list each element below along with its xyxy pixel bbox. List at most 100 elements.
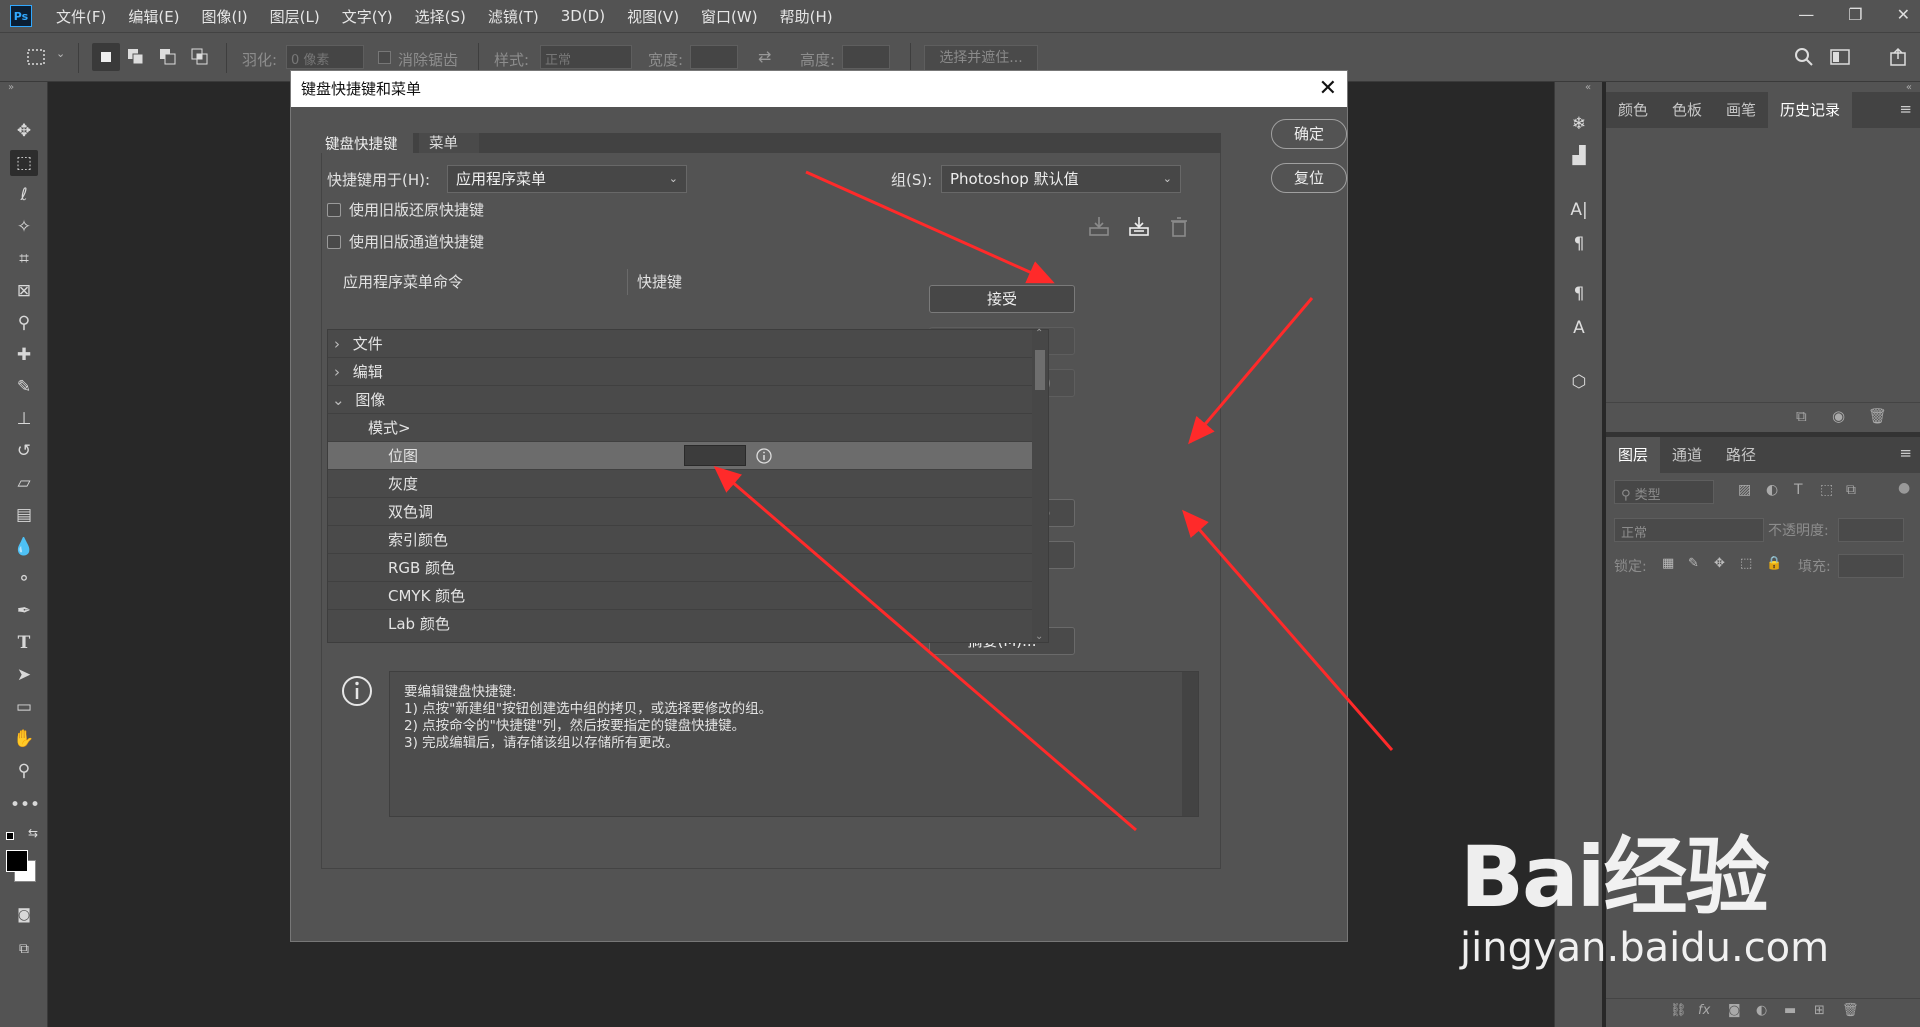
swap-colors-icon[interactable]: ⇆: [28, 826, 38, 840]
3d-panel-icon[interactable]: ⬡: [1565, 368, 1593, 396]
scroll-up-icon[interactable]: ⌃: [1035, 328, 1043, 339]
fx-icon[interactable]: fx: [1698, 1003, 1710, 1018]
close-icon[interactable]: ✕: [1319, 71, 1337, 107]
lock-transparent-icon[interactable]: ▦: [1662, 556, 1674, 571]
tab-paths[interactable]: 路径: [1714, 437, 1768, 473]
add-selection-icon[interactable]: [126, 47, 146, 67]
list-item[interactable]: 模式>: [328, 414, 1032, 442]
panel-menu-icon[interactable]: ≡: [1899, 100, 1912, 118]
clone-stamp-tool-icon[interactable]: ⊥: [10, 406, 38, 432]
crop-tool-icon[interactable]: ⌗: [10, 246, 38, 272]
lock-all-icon[interactable]: 🔒: [1766, 556, 1782, 571]
trash-icon[interactable]: 🗑: [1842, 1003, 1859, 1018]
tab-swatches[interactable]: 色板: [1660, 92, 1714, 128]
list-item[interactable]: CMYK 颜色: [328, 582, 1032, 610]
zoom-tool-icon[interactable]: ⚲: [10, 758, 38, 784]
lock-image-icon[interactable]: ✎: [1688, 556, 1699, 571]
eraser-tool-icon[interactable]: ▱: [10, 470, 38, 496]
character-panel-icon[interactable]: A|: [1565, 196, 1593, 224]
screen-mode-icon[interactable]: ⧉: [10, 936, 38, 962]
minimize-icon[interactable]: —: [1798, 5, 1814, 24]
filter-type-icon[interactable]: T: [1794, 482, 1803, 498]
pen-tool-icon[interactable]: ✒: [10, 598, 38, 624]
legacy-undo-checkbox[interactable]: [327, 203, 341, 217]
paragraph-styles-icon[interactable]: ¶: [1565, 280, 1593, 308]
more-tools-icon[interactable]: •••: [10, 792, 40, 818]
rect-marquee-icon[interactable]: [26, 47, 46, 67]
filter-pixel-icon[interactable]: ▨: [1738, 482, 1751, 498]
fill-input[interactable]: [1838, 554, 1904, 578]
tab-color[interactable]: 颜色: [1606, 92, 1660, 128]
brush-tool-icon[interactable]: ✎: [10, 374, 38, 400]
lock-position-icon[interactable]: ✥: [1714, 556, 1725, 571]
list-item[interactable]: Lab 颜色: [328, 610, 1032, 638]
menu-image[interactable]: 图像(I): [202, 6, 248, 27]
eyedropper-tool-icon[interactable]: ⚲: [10, 310, 38, 336]
restore-icon[interactable]: ❐: [1848, 5, 1862, 24]
height-input[interactable]: [842, 45, 890, 69]
default-colors-icon[interactable]: [6, 832, 18, 842]
lock-artboard-icon[interactable]: ⬚: [1740, 556, 1752, 571]
character-styles-icon[interactable]: A: [1565, 314, 1593, 342]
paragraph-panel-icon[interactable]: ¶: [1565, 230, 1593, 258]
tab-channels[interactable]: 通道: [1660, 437, 1714, 473]
menu-help[interactable]: 帮助(H): [780, 6, 833, 27]
list-item[interactable]: › 文件: [328, 330, 1032, 358]
feather-input[interactable]: 0 像素: [286, 45, 364, 69]
help-scrollbar[interactable]: [1182, 672, 1198, 816]
share-icon[interactable]: [1888, 47, 1908, 67]
list-item[interactable]: RGB 颜色: [328, 554, 1032, 582]
type-tool-icon[interactable]: T: [10, 630, 38, 656]
filter-toggle-icon[interactable]: ●: [1898, 480, 1910, 496]
column-header-shortcut[interactable]: 快捷键: [637, 271, 682, 292]
path-selection-tool-icon[interactable]: ➤: [10, 662, 38, 688]
reset-button[interactable]: 复位: [1271, 163, 1347, 193]
filter-smart-object-icon[interactable]: ⧉: [1846, 482, 1856, 498]
list-item[interactable]: 双色调: [328, 498, 1032, 526]
shortcut-input[interactable]: [684, 445, 746, 466]
snapshot-camera-icon[interactable]: ◉: [1832, 407, 1845, 425]
list-item[interactable]: 索引颜色: [328, 526, 1032, 554]
accept-button[interactable]: 接受: [929, 285, 1075, 313]
move-tool-icon[interactable]: ✥: [10, 118, 38, 144]
chevron-down-icon[interactable]: ⌄: [56, 47, 65, 60]
foreground-color-swatch[interactable]: [6, 850, 28, 872]
command-list[interactable]: › 文件 › 编辑 ⌄ 图像 模式> 位图 灰度 双色调 索引颜色 RGB 颜色: [327, 328, 1049, 643]
tab-history[interactable]: 历史记录: [1768, 92, 1853, 128]
list-scrollbar[interactable]: ⌃ ⌄: [1032, 328, 1048, 642]
blur-tool-icon[interactable]: 💧: [10, 534, 38, 560]
menu-3d[interactable]: 3D(D): [561, 7, 605, 25]
trash-icon[interactable]: 🗑: [1868, 407, 1887, 425]
style-select[interactable]: 正常: [540, 45, 632, 69]
collapse-icon[interactable]: «: [1585, 82, 1591, 93]
new-document-from-state-icon[interactable]: ⧉: [1796, 407, 1807, 425]
link-layers-icon[interactable]: ⛓: [1670, 1003, 1687, 1018]
width-input[interactable]: [690, 45, 738, 69]
workspace-icon[interactable]: [1830, 47, 1850, 67]
menu-view[interactable]: 视图(V): [627, 6, 679, 27]
histogram-icon[interactable]: ▟: [1565, 142, 1593, 170]
opacity-input[interactable]: [1838, 518, 1904, 542]
close-window-icon[interactable]: ✕: [1897, 5, 1910, 24]
column-header-command[interactable]: 应用程序菜单命令: [343, 271, 463, 292]
layer-kind-filter[interactable]: ⚲ 类型: [1614, 480, 1714, 504]
list-item[interactable]: 灰度: [328, 470, 1032, 498]
trash-icon[interactable]: [1167, 215, 1191, 239]
gradient-tool-icon[interactable]: ▤: [10, 502, 38, 528]
new-selection-button[interactable]: [92, 43, 120, 71]
antialias-checkbox[interactable]: [378, 51, 391, 64]
menu-type[interactable]: 文字(Y): [342, 6, 393, 27]
swap-icon[interactable]: ⇄: [758, 47, 771, 66]
quick-mask-icon[interactable]: ◙: [10, 902, 38, 928]
menu-select[interactable]: 选择(S): [415, 6, 466, 27]
scroll-down-icon[interactable]: ⌄: [1035, 631, 1043, 642]
panel-menu-icon[interactable]: ≡: [1899, 444, 1912, 462]
subtract-selection-icon[interactable]: [158, 47, 178, 67]
menu-window[interactable]: 窗口(W): [701, 6, 758, 27]
hand-tool-icon[interactable]: ✋: [10, 726, 38, 752]
dodge-tool-icon[interactable]: ⚬: [10, 566, 38, 592]
tab-layers[interactable]: 图层: [1606, 437, 1661, 473]
save-set-icon[interactable]: [1087, 215, 1111, 239]
rectangle-tool-icon[interactable]: ▭: [10, 694, 38, 720]
ok-button[interactable]: 确定: [1271, 119, 1347, 149]
